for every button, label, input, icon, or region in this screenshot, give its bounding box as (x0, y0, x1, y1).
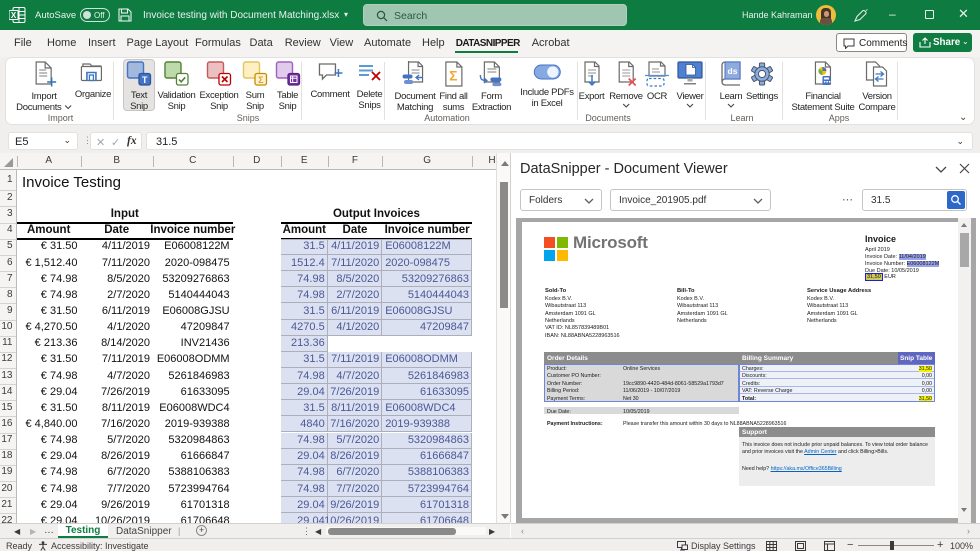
svg-text:T: T (142, 75, 148, 85)
svg-text:Σ: Σ (258, 75, 264, 85)
svg-text:X: X (11, 11, 17, 20)
svg-text:Σ: Σ (449, 68, 457, 84)
svg-text:ds: ds (728, 66, 738, 76)
